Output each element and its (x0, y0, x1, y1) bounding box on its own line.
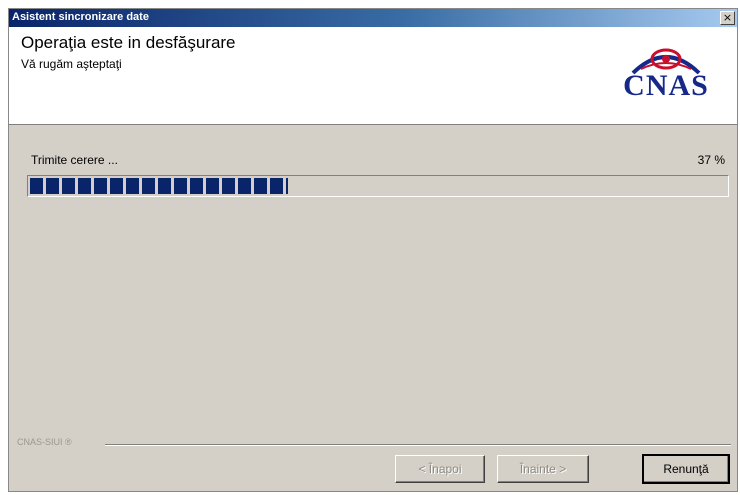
title-bar[interactable]: Asistent sincronizare date × (9, 9, 737, 27)
wizard-window: Asistent sincronizare date × Operaţia es… (8, 8, 738, 492)
wizard-header: Operaţia este in desfăşurare Vă rugăm aş… (9, 27, 737, 125)
brand-label: CNAS-SIUI ® (17, 437, 72, 447)
cnas-logo: CNAS (611, 43, 721, 103)
next-button[interactable]: Înainte > (497, 455, 589, 483)
cancel-button[interactable]: Renunţă (642, 454, 730, 484)
back-button[interactable]: < Înapoi (395, 455, 485, 483)
logo-text: CNAS (623, 69, 709, 102)
close-button[interactable]: × (720, 11, 735, 25)
page-subtitle: Vă rugăm aşteptaţi (21, 57, 122, 71)
status-label: Trimite cerere ... (31, 153, 118, 167)
progress-bar (27, 175, 729, 197)
progress-percent: 37 % (697, 153, 725, 167)
page-title: Operaţia este in desfăşurare (21, 33, 236, 52)
window-title: Asistent sincronizare date (12, 11, 149, 23)
footer-divider (105, 444, 731, 446)
progress-fill (30, 178, 288, 194)
close-icon: × (722, 11, 733, 24)
